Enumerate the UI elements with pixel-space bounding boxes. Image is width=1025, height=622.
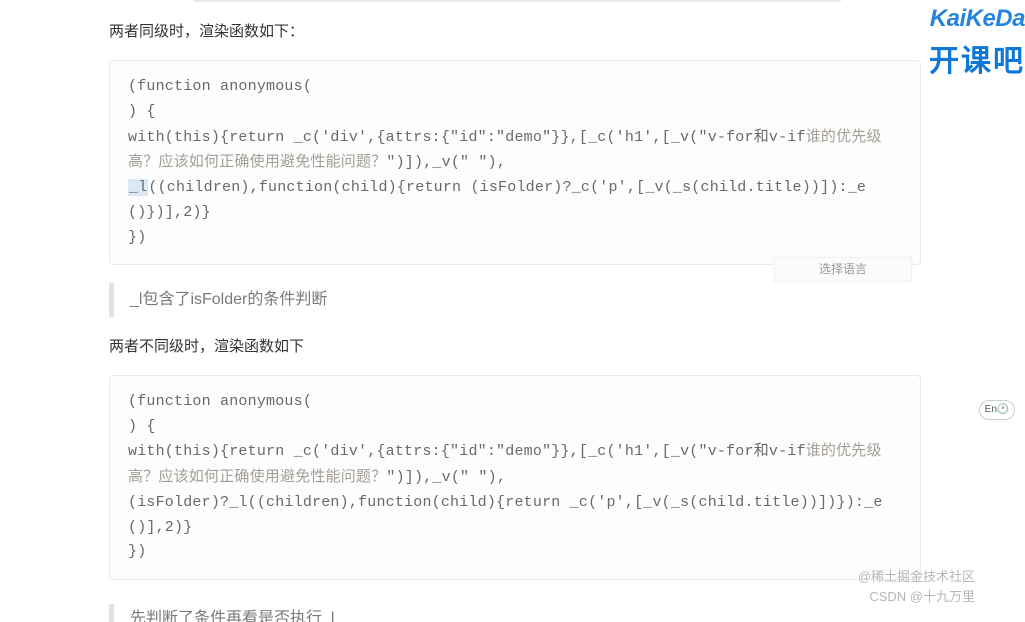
code-block-1: (function anonymous( ) { with(this){retu… [109,60,921,265]
quote-2: 先判断了条件再看是否执行_l [109,604,921,622]
brand-watermark: KaiKeDa 开课吧 [929,0,1025,86]
code-block-2: (function anonymous( ) { with(this){retu… [109,375,921,580]
brand-latin: KaiKeDa [929,0,1025,38]
quote-1: _l包含了isFolder的条件判断 [109,283,921,317]
paragraph-diff-level: 两者不同级时，渲染函数如下 [109,335,921,359]
article-content: 两者同级时，渲染函数如下： (function anonymous( ) { w… [109,0,921,622]
highlighted-token: _l [128,179,148,196]
code-content-1: (function anonymous( ) { with(this){retu… [128,75,902,250]
code-content-2: (function anonymous( ) { with(this){retu… [128,390,902,565]
prev-block-edge [194,0,841,2]
paragraph-same-level: 两者同级时，渲染函数如下： [109,20,921,44]
brand-cn: 开课吧 [929,38,1025,86]
language-selector[interactable]: 选择语言 [774,257,912,282]
translate-pill[interactable]: En🕐 [979,400,1015,420]
